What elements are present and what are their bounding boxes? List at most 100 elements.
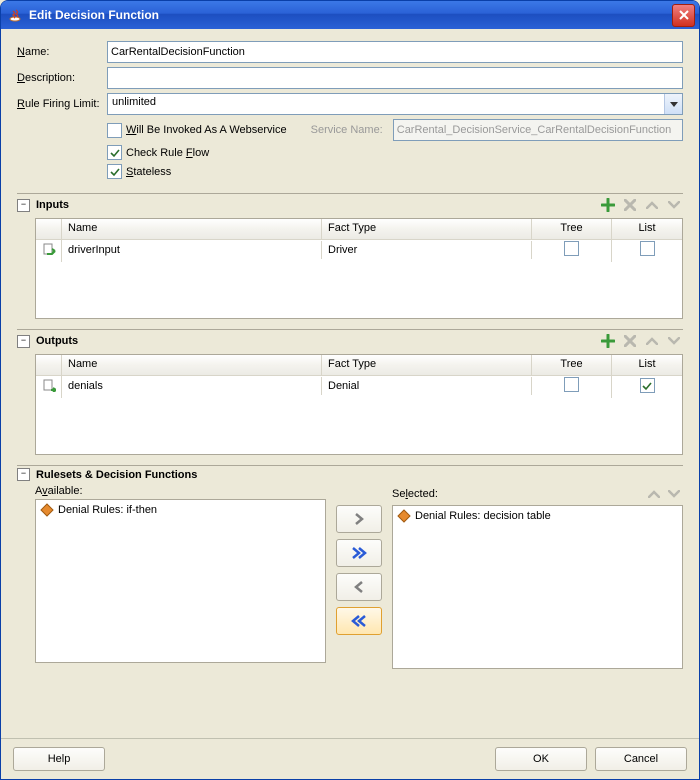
rule-firing-limit-value: unlimited: [108, 94, 664, 114]
list-item[interactable]: Denial Rules: if-then: [38, 502, 323, 518]
rule-firing-limit-select[interactable]: unlimited: [107, 93, 683, 115]
x-icon: [624, 199, 636, 211]
inputs-collapse-toggle[interactable]: −: [17, 199, 30, 212]
shuttle-buttons: [336, 485, 382, 635]
description-label: Description:: [17, 72, 107, 84]
x-icon: [624, 335, 636, 347]
chevron-down-icon: [668, 337, 680, 345]
stateless-checkbox[interactable]: [107, 164, 122, 179]
table-row[interactable]: driverInput Driver: [36, 240, 682, 260]
outputs-collapse-toggle[interactable]: −: [17, 335, 30, 348]
outputs-row-fact: Denial: [322, 377, 532, 395]
section-outputs: − Outputs: [17, 329, 683, 455]
help-button[interactable]: Help: [13, 747, 105, 771]
plus-icon: [601, 198, 615, 212]
selected-label: Selected:: [392, 488, 438, 500]
row-rule-firing-limit: Rule Firing Limit: unlimited: [17, 93, 683, 115]
close-icon: [679, 10, 689, 20]
rulesets-collapse-toggle[interactable]: −: [17, 468, 30, 481]
selected-listbox[interactable]: Denial Rules: decision table: [392, 505, 683, 669]
move-left-button[interactable]: [336, 573, 382, 601]
window-close-button[interactable]: [672, 4, 695, 27]
input-row-icon: [42, 242, 56, 256]
available-item-label: Denial Rules: if-then: [58, 504, 157, 516]
rule-firing-limit-label: Rule Firing Limit:: [17, 98, 107, 110]
java-cup-icon: [7, 7, 23, 23]
double-chevron-right-icon: [351, 547, 367, 559]
inputs-move-up-button[interactable]: [643, 196, 661, 214]
window-title: Edit Decision Function: [29, 8, 672, 22]
rulesets-title: Rulesets & Decision Functions: [36, 469, 683, 481]
inputs-title: Inputs: [36, 199, 599, 211]
inputs-table-body: driverInput Driver: [36, 240, 682, 318]
titlebar: Edit Decision Function: [1, 1, 699, 29]
selected-move-up-button[interactable]: [645, 485, 663, 503]
outputs-row-tree-checkbox[interactable]: [564, 377, 579, 392]
check-rule-flow-label: Check Rule Flow: [126, 147, 209, 159]
webservice-checkbox[interactable]: [107, 123, 122, 138]
outputs-move-up-button[interactable]: [643, 332, 661, 350]
selected-item-label: Denial Rules: decision table: [415, 510, 551, 522]
inputs-col-list: List: [612, 219, 682, 239]
inputs-delete-button[interactable]: [621, 196, 639, 214]
inputs-row-tree-checkbox[interactable]: [564, 241, 579, 256]
inputs-row-name: driverInput: [62, 241, 322, 259]
inputs-row-list-checkbox[interactable]: [640, 241, 655, 256]
description-input[interactable]: [107, 67, 683, 89]
inputs-row-fact: Driver: [322, 241, 532, 259]
outputs-row-list-checkbox[interactable]: [640, 378, 655, 393]
webservice-label: Will Be Invoked As A Webservice: [126, 124, 287, 136]
row-name: Name:: [17, 41, 683, 63]
cancel-button[interactable]: Cancel: [595, 747, 687, 771]
dialog-content: Name: Description: Rule Firing Limit: un…: [1, 29, 699, 738]
outputs-move-down-button[interactable]: [665, 332, 683, 350]
plus-icon: [601, 334, 615, 348]
row-webservice: Will Be Invoked As A Webservice Service …: [107, 119, 683, 141]
ruleset-icon: [40, 503, 54, 517]
service-name-label: Service Name:: [311, 124, 383, 136]
double-chevron-left-icon: [351, 615, 367, 627]
outputs-delete-button[interactable]: [621, 332, 639, 350]
service-name-input: [393, 119, 683, 141]
dropdown-button[interactable]: [664, 94, 682, 114]
selected-move-down-button[interactable]: [665, 485, 683, 503]
inputs-col-tree: Tree: [532, 219, 612, 239]
chevron-up-icon: [646, 337, 658, 345]
outputs-add-button[interactable]: [599, 332, 617, 350]
inputs-move-down-button[interactable]: [665, 196, 683, 214]
outputs-row-name: denials: [62, 377, 322, 395]
name-input[interactable]: [107, 41, 683, 63]
move-right-button[interactable]: [336, 505, 382, 533]
available-listbox[interactable]: Denial Rules: if-then: [35, 499, 326, 663]
chevron-down-icon: [668, 201, 680, 209]
ok-button[interactable]: OK: [495, 747, 587, 771]
list-item[interactable]: Denial Rules: decision table: [395, 508, 680, 524]
inputs-table-header: Name Fact Type Tree List: [36, 219, 682, 240]
stateless-label: Stateless: [126, 166, 171, 178]
chevron-up-icon: [646, 201, 658, 209]
check-icon: [110, 167, 120, 177]
table-row[interactable]: denials Denial: [36, 376, 682, 396]
outputs-col-fact: Fact Type: [322, 355, 532, 375]
check-rule-flow-checkbox[interactable]: [107, 145, 122, 160]
move-all-right-button[interactable]: [336, 539, 382, 567]
name-label: Name:: [17, 46, 107, 58]
chevron-down-icon: [668, 490, 680, 498]
available-label: Available:: [35, 485, 83, 497]
check-icon: [110, 148, 120, 158]
inputs-table: Name Fact Type Tree List driverInput Dri…: [35, 218, 683, 319]
outputs-col-list: List: [612, 355, 682, 375]
outputs-col-name: Name: [62, 355, 322, 375]
chevron-right-icon: [353, 513, 365, 525]
outputs-table-body: denials Denial: [36, 376, 682, 454]
chevron-up-icon: [648, 490, 660, 498]
available-column: Available: Denial Rules: if-then: [35, 485, 326, 663]
dialog-footer: Help OK Cancel: [1, 738, 699, 779]
section-inputs: − Inputs: [17, 193, 683, 319]
row-description: Description:: [17, 67, 683, 89]
dialog-window: Edit Decision Function Name: Description…: [0, 0, 700, 780]
check-icon: [642, 381, 652, 391]
move-all-left-button[interactable]: [336, 607, 382, 635]
inputs-add-button[interactable]: [599, 196, 617, 214]
outputs-table: Name Fact Type Tree List denials Denial: [35, 354, 683, 455]
